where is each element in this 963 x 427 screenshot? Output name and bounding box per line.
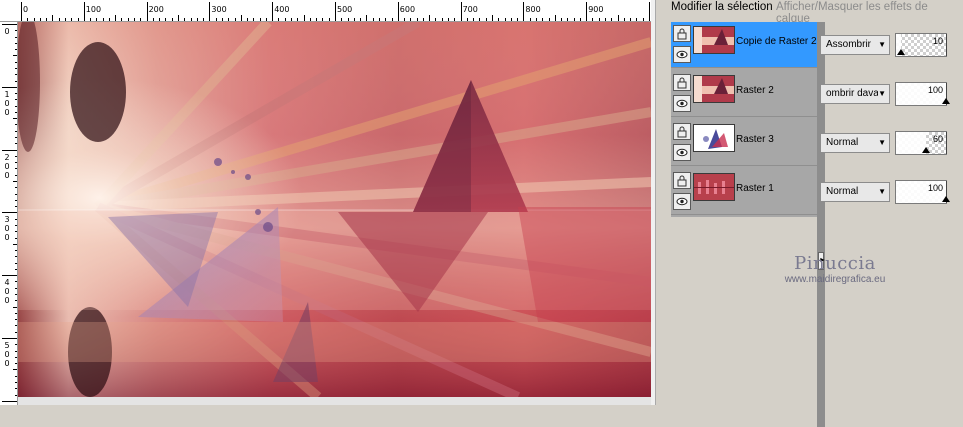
- layer-name: Raster 2: [736, 85, 774, 96]
- ruler-label: 0: [4, 170, 10, 180]
- ruler-label: 0: [4, 27, 10, 36]
- ruler-label: 700: [462, 5, 478, 14]
- ruler-label: 0: [23, 5, 29, 14]
- opacity-slider[interactable]: 100: [895, 82, 950, 106]
- ruler-label: 0: [4, 359, 10, 368]
- layer-lock-icon[interactable]: [673, 25, 691, 42]
- image-canvas[interactable]: [18, 22, 651, 397]
- opacity-value: 10: [932, 36, 943, 46]
- layer-row[interactable]: Raster 1: [671, 169, 817, 215]
- layer-toggles: [673, 25, 691, 65]
- chevron-down-icon: ▼: [878, 138, 886, 147]
- ruler-label: 0: [4, 107, 10, 117]
- layer-name: Raster 3: [736, 134, 774, 145]
- opacity-marker-icon[interactable]: [942, 196, 950, 202]
- layer-lock-icon[interactable]: [673, 74, 691, 91]
- opacity-slider[interactable]: 100: [895, 180, 950, 204]
- blend-mode-value: Normal: [826, 137, 859, 148]
- modify-selection-button[interactable]: Modifier la sélection: [671, 1, 773, 13]
- layer-blend-controls: ombrir davant▼ 100: [820, 81, 950, 107]
- opacity-marker-icon[interactable]: [897, 49, 905, 55]
- ruler-label: 500: [337, 5, 353, 14]
- chevron-down-icon: ▼: [878, 187, 886, 196]
- palette-header: Modifier la sélection Afficher/Masquer l…: [663, 0, 963, 25]
- ruler-label: 800: [525, 5, 541, 14]
- ruler-label: 0: [4, 296, 10, 306]
- layer-name: Raster 1: [736, 183, 774, 194]
- layer-thumbnail: [693, 124, 735, 152]
- layer-lock-icon[interactable]: [673, 172, 691, 189]
- blend-mode-value: Assombrir: [826, 39, 872, 50]
- blend-mode-value: Normal: [826, 186, 859, 197]
- layer-row[interactable]: Raster 2: [671, 71, 817, 117]
- opacity-marker-icon[interactable]: [922, 147, 930, 153]
- layer-thumbnail: [693, 26, 735, 54]
- opacity-marker-icon[interactable]: [942, 98, 950, 104]
- row-separator: [671, 214, 817, 215]
- row-separator: [671, 116, 817, 117]
- layers-palette: Modifier la sélection Afficher/Masquer l…: [663, 0, 963, 427]
- artwork-image: [18, 22, 651, 397]
- layer-thumbnail: [693, 173, 735, 201]
- layer-toggles: [673, 123, 691, 163]
- layer-row[interactable]: Raster 3: [671, 120, 817, 166]
- layer-list: Copie de Raster 2 Raster 2 Raster 3 Raster …: [671, 22, 826, 427]
- canvas-area[interactable]: 0 100 200 300 400 500 600 700 800 900 0 100 200 300 4…: [0, 0, 655, 405]
- opacity-edge: [946, 132, 947, 154]
- watermark-url: www.maidiregrafica.eu: [784, 274, 886, 285]
- layer-row[interactable]: Copie de Raster 2: [671, 22, 817, 68]
- watermark-name: Pinuccia: [794, 253, 876, 274]
- ruler-label: 900: [588, 5, 604, 14]
- opacity-slider[interactable]: 60: [895, 131, 947, 155]
- horizontal-ruler: 0 100 200 300 400 500 600 700 800 900: [0, 0, 655, 22]
- vertical-ruler: 0100200300400500: [0, 22, 18, 405]
- panel-divider[interactable]: [655, 0, 663, 405]
- visibility-eye-icon[interactable]: [673, 144, 691, 161]
- layer-blend-controls: Assombrir ▼ 10: [820, 32, 950, 58]
- chevron-down-icon: ▼: [878, 40, 886, 49]
- blend-mode-dropdown[interactable]: Normal ▼: [820, 133, 890, 153]
- blend-mode-dropdown[interactable]: Assombrir ▼: [820, 35, 890, 55]
- blend-mode-dropdown[interactable]: Normal ▼: [820, 182, 890, 202]
- ruler-label: 400: [274, 5, 290, 14]
- visibility-eye-icon[interactable]: [673, 193, 691, 210]
- opacity-slider[interactable]: 10: [895, 33, 947, 57]
- chevron-down-icon: ▼: [878, 89, 886, 98]
- layer-blend-controls: Normal ▼ 60: [820, 130, 950, 156]
- visibility-eye-icon[interactable]: [673, 46, 691, 63]
- visibility-eye-icon[interactable]: [673, 95, 691, 112]
- layer-thumbnail: [693, 75, 735, 103]
- layer-name: Copie de Raster 2: [736, 36, 817, 47]
- watermark: Pinuccia www.maidiregrafica.eu: [735, 253, 935, 285]
- blend-mode-dropdown[interactable]: ombrir davant▼: [820, 84, 890, 104]
- layer-lock-icon[interactable]: [673, 123, 691, 140]
- layer-blend-controls: Normal ▼ 100: [820, 179, 950, 205]
- opacity-edge: [946, 34, 947, 56]
- ruler-label: 600: [399, 5, 416, 14]
- opacity-value: 100: [927, 85, 943, 95]
- row-separator: [671, 67, 817, 68]
- row-separator: [671, 165, 817, 166]
- ruler-label: 300: [211, 5, 227, 14]
- layer-toggles: [673, 74, 691, 114]
- opacity-value: 60: [932, 134, 943, 144]
- ruler-label: 100: [85, 5, 102, 14]
- opacity-value: 100: [927, 183, 943, 193]
- ruler-label: 0: [4, 233, 10, 243]
- blend-mode-value: ombrir davant: [826, 88, 878, 99]
- layer-toggles: [673, 172, 691, 212]
- ruler-label: 200: [148, 5, 164, 14]
